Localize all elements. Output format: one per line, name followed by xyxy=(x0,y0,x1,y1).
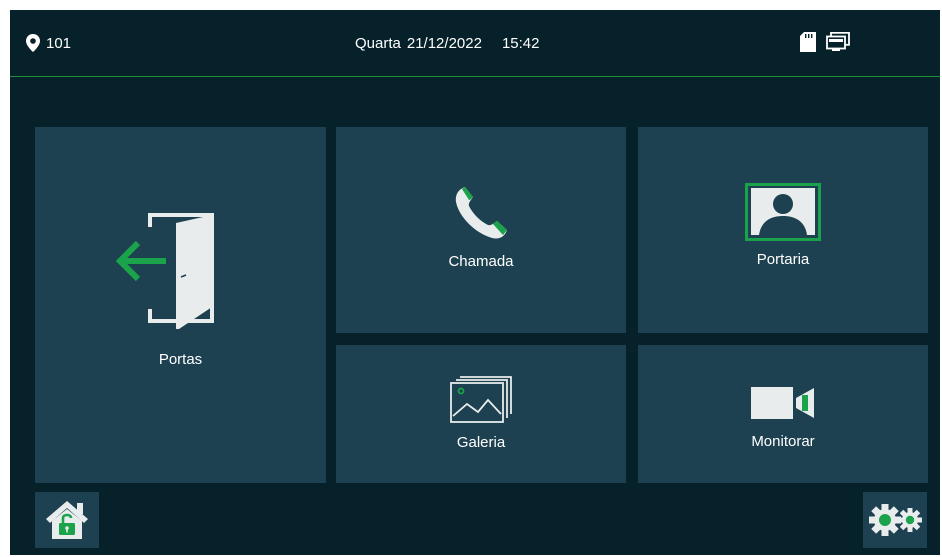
tile-portaria-label: Portaria xyxy=(756,250,810,268)
tile-chamada[interactable]: Chamada xyxy=(336,127,626,333)
time: 15:42 xyxy=(501,35,540,52)
date-time: Quarta 21/12/2022 15:42 xyxy=(355,35,539,52)
door-exit-icon xyxy=(110,209,218,333)
gears-icon xyxy=(869,504,922,536)
date: 21/12/2022 xyxy=(406,35,482,52)
tile-portas-label: Portas xyxy=(158,351,203,368)
sd-card-icon xyxy=(800,32,816,52)
status-icons xyxy=(800,32,850,52)
intercom-home-screen: 101 Quarta 21/12/2022 15:42 Portas Chama… xyxy=(10,10,940,555)
video-camera-icon xyxy=(751,386,814,419)
weekday: Quarta xyxy=(355,35,401,52)
tile-monitorar[interactable]: Monitorar xyxy=(638,345,928,483)
tile-monitorar-label: Monitorar xyxy=(751,432,815,450)
tile-galeria[interactable]: Galeria xyxy=(336,345,626,483)
tile-galeria-label: Galeria xyxy=(456,433,506,451)
contact-portrait-icon xyxy=(745,182,821,241)
tile-portaria[interactable]: Portaria xyxy=(638,127,928,333)
home-unlock-button[interactable] xyxy=(35,492,99,548)
settings-button[interactable] xyxy=(863,492,927,548)
location-pin-icon xyxy=(26,34,40,52)
status-bar: 101 Quarta 21/12/2022 15:42 xyxy=(10,10,940,77)
monitors-icon xyxy=(826,32,850,51)
location-indicator: 101 xyxy=(26,34,71,52)
gallery-icon xyxy=(450,375,512,423)
tile-portas[interactable]: Portas xyxy=(35,127,326,483)
tile-chamada-label: Chamada xyxy=(448,252,514,270)
home-unlock-icon xyxy=(46,501,88,539)
phone-icon xyxy=(455,186,507,239)
location-number: 101 xyxy=(46,34,72,52)
